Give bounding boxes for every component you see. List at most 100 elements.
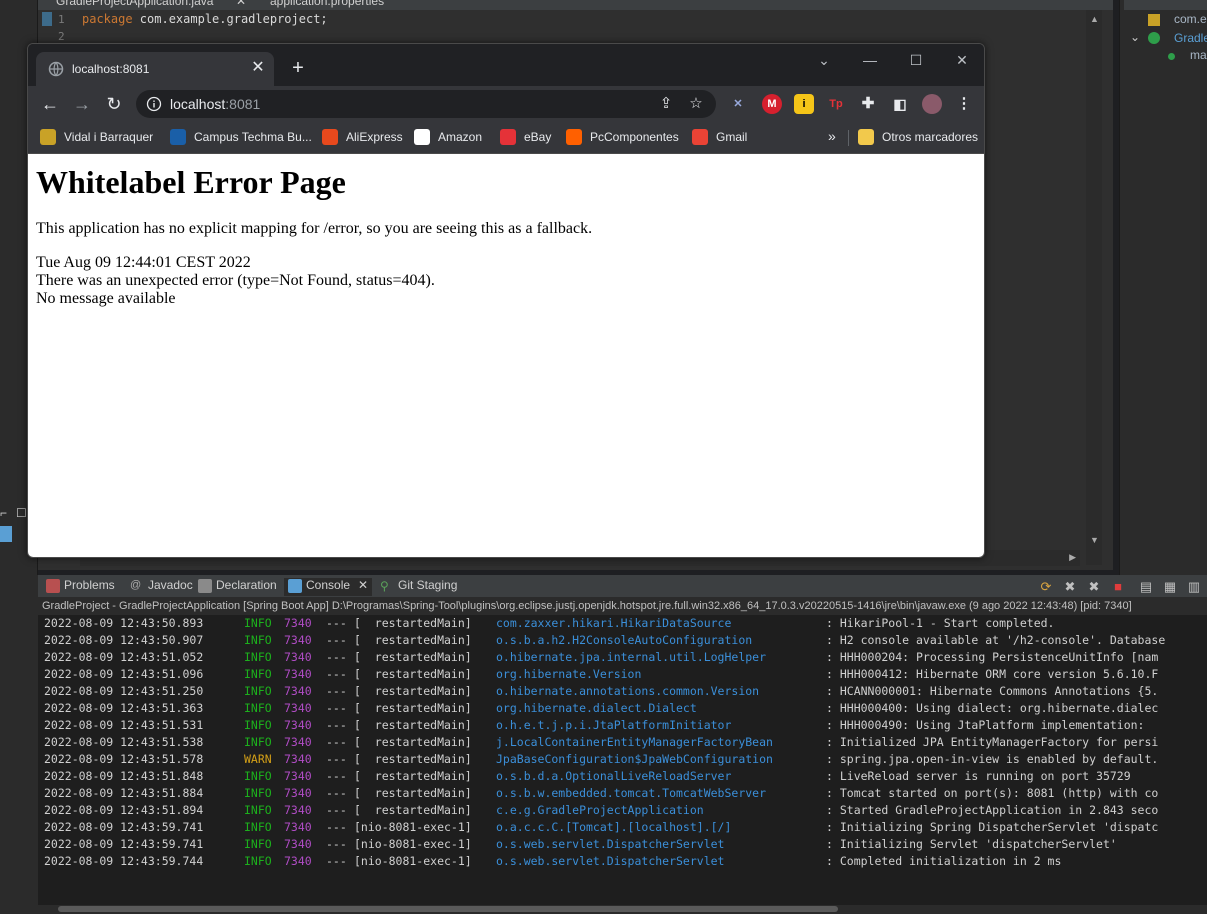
minimize-icon[interactable]: ⌐	[0, 506, 7, 520]
log-pid: 7340	[284, 820, 312, 834]
log-pid: 7340	[284, 616, 312, 630]
left-mini-toolbar: ⌐ ☐	[0, 498, 30, 548]
info-icon[interactable]	[146, 96, 162, 112]
forward-icon[interactable]: →	[68, 90, 96, 118]
other-bookmarks[interactable]: Otros marcadores	[858, 129, 978, 147]
bookmark-item[interactable]: Vidal i Barraquer	[40, 129, 153, 147]
share-icon[interactable]: ⇪	[656, 94, 676, 114]
log-separator: ---	[326, 803, 347, 817]
outline-panel: com.e ⌄ Gradle ma	[1119, 0, 1207, 575]
log-separator: ---	[326, 786, 347, 800]
tab-problems[interactable]: Problems	[46, 578, 115, 596]
log-separator: ---	[326, 752, 347, 766]
log-line: 2022-08-09 12:43:51.884 INFO 7340 --- [ rest…	[44, 785, 1158, 802]
log-timestamp: 2022-08-09 12:43:59.744	[44, 854, 204, 868]
browser-tab[interactable]: localhost:8081 ✕	[36, 52, 274, 86]
extension-mega-icon[interactable]: M	[762, 94, 782, 114]
log-pid: 7340	[284, 769, 312, 783]
bookmark-item[interactable]: Gmail	[692, 129, 747, 147]
log-logger: o.s.b.d.a.OptionalLiveReloadServer	[496, 769, 732, 783]
minimize-icon[interactable]: —	[850, 48, 890, 72]
bookmark-item[interactable]: PcComponentes	[566, 129, 679, 147]
extension-tp-icon[interactable]: Tp	[826, 94, 846, 114]
log-logger: org.hibernate.Version	[496, 667, 642, 681]
log-level: INFO	[244, 684, 272, 698]
kebab-menu-icon[interactable]: ⋮	[954, 94, 974, 114]
scroll-down-icon[interactable]: ▼	[1090, 535, 1099, 545]
log-line: 2022-08-09 12:43:51.250 INFO 7340 --- [ rest…	[44, 683, 1158, 700]
log-line: 2022-08-09 12:43:51.531 INFO 7340 --- [ rest…	[44, 717, 1151, 734]
word-wrap-icon[interactable]: ▥	[1186, 579, 1202, 595]
maximize-icon[interactable]: ☐	[896, 48, 936, 72]
new-tab-button[interactable]: +	[286, 56, 310, 80]
outline-item[interactable]: ma	[1190, 48, 1207, 62]
error-timestamp: Tue Aug 09 12:44:01 CEST 2022	[36, 254, 251, 271]
address-bar[interactable]: localhost:8081 ⇪ ☆	[136, 90, 716, 118]
folder-icon	[858, 129, 874, 145]
log-thread: [nio-8081-exec-1]	[354, 837, 472, 851]
log-thread: [nio-8081-exec-1]	[354, 854, 472, 868]
close-tab-icon[interactable]: ✕	[248, 58, 268, 78]
log-pid: 7340	[284, 633, 312, 647]
bookmark-item[interactable]: eBay	[500, 129, 551, 147]
relaunch-icon[interactable]: ⟳	[1038, 579, 1054, 595]
code-text: com.example.gradleproject;	[132, 12, 328, 26]
editor-tab-properties[interactable]: application.properties	[270, 0, 384, 10]
log-separator: ---	[326, 820, 347, 834]
close-icon[interactable]: ✕	[236, 0, 246, 10]
tab-git-staging[interactable]: ⚲ Git Staging	[380, 578, 457, 596]
close-window-icon[interactable]: ✕	[942, 48, 982, 72]
bookmarks-bar: » Otros marcadores Vidal i Barraquer Camp…	[28, 122, 984, 154]
console-horizontal-scrollbar[interactable]	[58, 906, 838, 912]
bookmark-item[interactable]: Campus Techma Bu...	[170, 129, 312, 147]
tab-console[interactable]: Console ✕	[284, 578, 373, 596]
close-icon[interactable]: ✕	[358, 578, 368, 592]
reload-icon[interactable]: ↻	[100, 90, 128, 118]
scroll-up-icon[interactable]: ▲	[1090, 14, 1099, 24]
tab-declaration[interactable]: Declaration	[198, 578, 277, 596]
avatar[interactable]	[922, 94, 942, 114]
log-timestamp: 2022-08-09 12:43:51.363	[44, 701, 204, 715]
extensions-puzzle-icon[interactable]: ✚	[858, 94, 878, 114]
editor-tab-java[interactable]: GradleProjectApplication.java	[56, 0, 213, 10]
log-pid: 7340	[284, 786, 312, 800]
console-output[interactable]: 2022-08-09 12:43:50.893 INFO 7340 --- [ rest…	[38, 615, 1207, 905]
tab-search-icon[interactable]: ⌄	[804, 48, 844, 72]
log-level: INFO	[244, 650, 272, 664]
log-thread: [ restartedMain]	[354, 684, 472, 698]
bookmark-item[interactable]: Amazon	[414, 129, 482, 147]
bookmark-item[interactable]: AliExpress	[322, 129, 403, 147]
log-message: : HHH000204: Processing PersistenceUnitI…	[826, 650, 1159, 664]
javadoc-icon: @	[130, 578, 142, 591]
error-message: No message available	[36, 290, 176, 307]
log-thread: [ restartedMain]	[354, 735, 472, 749]
log-message: : LiveReload server is running on port 3…	[826, 769, 1131, 783]
scroll-right-icon[interactable]: ▶	[1069, 552, 1076, 563]
log-message: : HHH000490: Using JtaPlatform implement…	[826, 718, 1152, 732]
log-separator: ---	[326, 735, 347, 749]
back-icon[interactable]: ←	[36, 90, 64, 118]
star-icon[interactable]: ☆	[686, 94, 706, 114]
log-message: : HHH000412: Hibernate ORM core version …	[826, 667, 1159, 681]
log-separator: ---	[326, 684, 347, 698]
terminate-icon[interactable]: ■	[1110, 579, 1126, 595]
log-line: 2022-08-09 12:43:51.848 INFO 7340 --- [ rest…	[44, 768, 1131, 785]
outline-item[interactable]: Gradle	[1174, 31, 1207, 45]
extension-i-icon[interactable]: i	[794, 94, 814, 114]
extension-x-icon[interactable]: ✕	[728, 94, 748, 114]
remove-all-icon[interactable]: ✖	[1086, 579, 1102, 595]
clear-console-icon[interactable]: ▤	[1138, 579, 1154, 595]
editor-vertical-scrollbar[interactable]: ▲ ▼	[1086, 10, 1102, 565]
side-panel-icon[interactable]: ◧	[890, 94, 910, 114]
view-icon[interactable]	[0, 526, 12, 542]
scroll-lock-icon[interactable]: ▦	[1162, 579, 1178, 595]
maximize-icon[interactable]: ☐	[16, 506, 27, 520]
more-bookmarks-icon[interactable]: »	[828, 128, 836, 146]
tab-javadoc[interactable]: @ Javadoc	[130, 578, 193, 596]
chevron-down-icon[interactable]: ⌄	[1130, 30, 1140, 44]
outline-item[interactable]: com.e	[1174, 12, 1207, 26]
remove-launch-icon[interactable]: ✖	[1062, 579, 1078, 595]
class-icon	[1148, 32, 1160, 44]
log-message: : Initializing Spring DispatcherServlet …	[826, 820, 1159, 834]
log-thread: [ restartedMain]	[354, 633, 472, 647]
